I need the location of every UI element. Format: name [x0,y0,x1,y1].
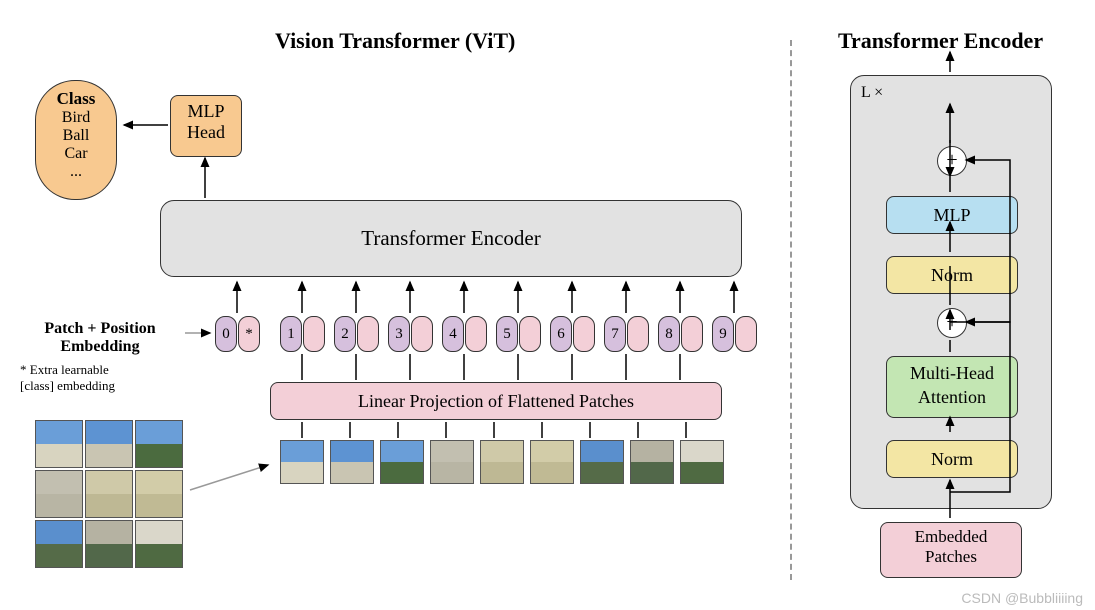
lx-label: L × [861,84,883,102]
mlp-head-box: MLP Head [170,95,242,157]
mlp-block: MLP [886,196,1018,234]
image-patch [480,440,524,484]
token-num: 0 [215,316,237,352]
token-pair: 8 [658,316,703,352]
linear-projection-box: Linear Projection of Flattened Patches [270,382,722,420]
encoder-detail-box: L × + MLP Norm + Multi-Head Attention No… [850,75,1052,509]
watermark: CSDN @Bubbliiiing [961,590,1083,606]
right-title: Transformer Encoder [838,28,1043,54]
residual-add-icon: + [937,308,967,338]
token-emb [573,316,595,352]
image-patch [35,520,83,568]
image-patch [380,440,424,484]
mha-l2: Attention [887,385,1017,409]
token-pair: 1 [280,316,325,352]
image-patch [680,440,724,484]
pp-line1: Patch + Position [44,320,155,337]
image-patch [135,520,183,568]
token-num: 5 [496,316,518,352]
token-num: 4 [442,316,464,352]
token-emb [681,316,703,352]
mlp-head-l2: Head [171,122,241,143]
image-patch [85,470,133,518]
divider [790,40,792,580]
norm-block: Norm [886,440,1018,478]
pp-line2: Embedding [60,338,139,355]
class-item: Bird [36,109,116,127]
token-emb [465,316,487,352]
image-patch [135,470,183,518]
extra-note: * Extra learnable [class] embedding [20,362,180,394]
token-emb [519,316,541,352]
token-pair: 4 [442,316,487,352]
token-pair: 5 [496,316,541,352]
token-pair: 6 [550,316,595,352]
embedded-l2: Patches [881,547,1021,567]
image-patch [580,440,624,484]
token-emb [627,316,649,352]
image-patch [530,440,574,484]
token-pair: 9 [712,316,757,352]
token-pair: 2 [334,316,379,352]
token-num: 1 [280,316,302,352]
token-star: * [238,316,260,352]
image-patch [135,420,183,468]
embedded-patches-box: Embedded Patches [880,522,1022,578]
token-emb [735,316,757,352]
norm-block: Norm [886,256,1018,294]
image-patch [35,470,83,518]
token-emb [303,316,325,352]
token-emb [411,316,433,352]
embedded-l1: Embedded [881,527,1021,547]
class-output-box: Class Bird Ball Car ... [35,80,117,200]
patch-grid [35,420,181,566]
image-patch [85,420,133,468]
token-pair: 7 [604,316,649,352]
image-patch [430,440,474,484]
image-patch [280,440,324,484]
class-item: Ball [36,127,116,145]
token-num: 7 [604,316,626,352]
mha-l1: Multi-Head [887,361,1017,385]
token-pair: 0 * [215,316,260,352]
transformer-encoder-box: Transformer Encoder [160,200,742,277]
token-num: 3 [388,316,410,352]
token-emb [357,316,379,352]
mlp-head-l1: MLP [171,101,241,122]
image-patch [630,440,674,484]
class-item: ... [36,163,116,181]
token-num: 8 [658,316,680,352]
image-patch [85,520,133,568]
token-num: 6 [550,316,572,352]
class-heading: Class [36,89,116,109]
token-num: 9 [712,316,734,352]
residual-add-icon: + [937,146,967,176]
image-patch [35,420,83,468]
class-item: Car [36,145,116,163]
image-patch [330,440,374,484]
token-pair: 3 [388,316,433,352]
left-title: Vision Transformer (ViT) [275,28,515,54]
flattened-patches-row [280,440,724,484]
patch-position-label: Patch + Position Embedding * Extra learn… [20,320,180,394]
token-num: 2 [334,316,356,352]
mha-block: Multi-Head Attention [886,356,1018,418]
